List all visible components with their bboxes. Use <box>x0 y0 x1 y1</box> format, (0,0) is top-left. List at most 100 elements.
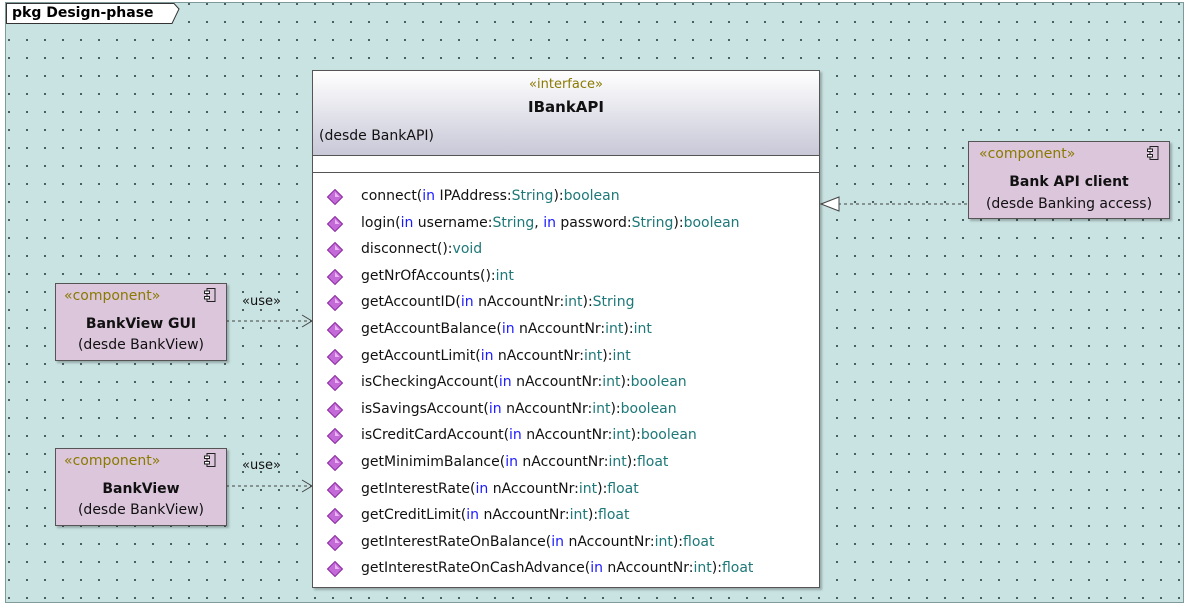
operation-row[interactable]: getAccountID(in nAccountNr:int):String <box>313 291 819 318</box>
type-name: int <box>693 560 712 577</box>
param-direction: in <box>475 480 489 497</box>
signature-text: nAccountNr: <box>517 453 609 470</box>
type-name: boolean <box>620 400 677 417</box>
operation-diamond-icon <box>327 295 343 312</box>
signature-text: ): <box>597 480 608 497</box>
operation-row[interactable]: isCheckingAccount(in nAccountNr:int):boo… <box>313 371 819 398</box>
signature-text: , <box>534 214 544 231</box>
type-name: int <box>592 400 611 417</box>
param-direction: in <box>498 374 512 391</box>
operation-diamond-icon <box>327 401 343 418</box>
operation-row[interactable]: isCreditCardAccount(in nAccountNr:int):b… <box>313 424 819 451</box>
component-bankview-gui[interactable]: «component» BankView GUI (desde BankView… <box>55 283 227 361</box>
operation-diamond-icon <box>327 268 343 285</box>
type-name: int <box>605 320 624 337</box>
signature-text: ): <box>587 507 599 524</box>
signature-text: nAccountNr: <box>493 347 585 364</box>
attributes-compartment <box>313 156 819 173</box>
type-name: String <box>492 214 535 231</box>
signature-text: ): <box>582 294 593 311</box>
signature-text: getAccountLimit( <box>361 347 481 364</box>
operation-row[interactable]: login(in username:String, in password:St… <box>313 212 819 239</box>
type-name: int <box>578 480 598 497</box>
type-name: int <box>612 427 631 444</box>
operation-signature: getAccountLimit(in nAccountNr:int):int <box>361 348 631 364</box>
operation-signature: isCreditCardAccount(in nAccountNr:int):b… <box>361 427 697 443</box>
signature-text: isSavingsAccount( <box>361 400 489 417</box>
type-name: void <box>452 241 483 258</box>
operation-row[interactable]: getAccountBalance(in nAccountNr:int):int <box>313 318 819 345</box>
signature-text: nAccountNr: <box>479 507 570 524</box>
signature-text: nAccountNr: <box>488 480 579 497</box>
signature-text: ): <box>610 400 621 417</box>
type-name: String <box>631 214 674 231</box>
signature-text: nAccountNr: <box>602 560 694 577</box>
operation-row[interactable]: getMinimimBalance(in nAccountNr:int):flo… <box>313 451 819 478</box>
operation-diamond-icon <box>327 481 343 498</box>
operation-diamond-icon <box>327 348 343 365</box>
signature-text: getInterestRate( <box>361 480 476 497</box>
component-name: BankView <box>102 481 180 497</box>
interface-name: IBankAPI <box>528 98 604 116</box>
component-bank-api-client[interactable]: «component» Bank API client (desde Banki… <box>968 141 1170 219</box>
signature-text: getNrOfAccounts(): <box>361 267 496 284</box>
signature-text: login( <box>361 214 401 231</box>
param-direction: in <box>551 533 564 550</box>
operation-diamond-icon <box>327 215 343 232</box>
component-name: Bank API client <box>1009 174 1129 190</box>
type-name: int <box>612 347 631 364</box>
operation-diamond-icon <box>327 561 343 578</box>
signature-text: nAccountNr: <box>564 533 655 550</box>
signature-text: ): <box>553 188 564 204</box>
component-origin: (desde BankView) <box>77 337 205 353</box>
operation-diamond-icon <box>327 321 343 338</box>
type-name: int <box>608 453 627 470</box>
package-tab: pkg Design-phase <box>6 3 180 24</box>
operation-signature: isCheckingAccount(in nAccountNr:int):boo… <box>361 374 687 390</box>
type-name: int <box>495 267 514 284</box>
component-icon <box>204 453 216 467</box>
component-icon <box>1147 146 1159 160</box>
operation-row[interactable]: getInterestRate(in nAccountNr:int):float <box>313 478 819 505</box>
component-name: BankView GUI <box>85 316 197 332</box>
param-direction: in <box>590 560 603 577</box>
package-label: pkg Design-phase <box>12 5 154 21</box>
component-origin: (desde Banking access) <box>985 196 1153 212</box>
interface-ibankapi[interactable]: «interface» IBankAPI (desde BankAPI) con… <box>312 70 820 588</box>
param-direction: in <box>501 320 515 337</box>
signature-text: connect( <box>361 188 423 204</box>
signature-text: getAccountBalance( <box>361 320 502 337</box>
type-name: int <box>584 347 603 364</box>
interface-origin: (desde BankAPI) <box>319 128 434 144</box>
operation-signature: getCreditLimit(in nAccountNr:int):float <box>361 507 630 523</box>
operation-row[interactable]: getAccountLimit(in nAccountNr:int):int <box>313 345 819 372</box>
operation-row[interactable]: disconnect():void <box>313 238 819 265</box>
signature-text: username: <box>413 214 493 231</box>
signature-text: password: <box>555 214 632 231</box>
type-name: String <box>511 188 554 204</box>
param-direction: in <box>488 400 502 417</box>
operation-row[interactable]: getInterestRateOnBalance(in nAccountNr:i… <box>313 531 819 558</box>
type-name: boolean <box>683 214 740 231</box>
operation-row[interactable]: isSavingsAccount(in nAccountNr:int):bool… <box>313 398 819 425</box>
operation-row[interactable]: getInterestRateOnCashAdvance(in nAccount… <box>313 557 819 584</box>
component-bankview[interactable]: «component» BankView (desde BankView) <box>55 448 227 526</box>
interface-header: «interface» IBankAPI (desde BankAPI) <box>313 71 819 156</box>
operation-signature: getMinimimBalance(in nAccountNr:int):flo… <box>361 454 668 470</box>
operation-signature: getInterestRateOnBalance(in nAccountNr:i… <box>361 534 714 550</box>
component-stereotype: «component» <box>64 288 161 304</box>
operation-row[interactable]: getCreditLimit(in nAccountNr:int):float <box>313 504 819 531</box>
interface-stereotype: «interface» <box>529 77 603 92</box>
signature-text: ): <box>672 533 684 550</box>
operation-row[interactable]: connect(in IPAddress:String):boolean <box>313 185 819 212</box>
operation-diamond-icon <box>327 189 343 205</box>
type-name: boolean <box>563 188 620 204</box>
operation-diamond-icon <box>327 508 343 525</box>
operation-row[interactable]: getNrOfAccounts():int <box>313 265 819 292</box>
signature-text: nAccountNr: <box>501 400 593 417</box>
signature-text: ): <box>602 347 613 364</box>
param-direction: in <box>460 294 474 311</box>
param-direction: in <box>400 214 414 231</box>
signature-text: ): <box>626 453 637 470</box>
component-origin: (desde BankView) <box>77 502 205 518</box>
